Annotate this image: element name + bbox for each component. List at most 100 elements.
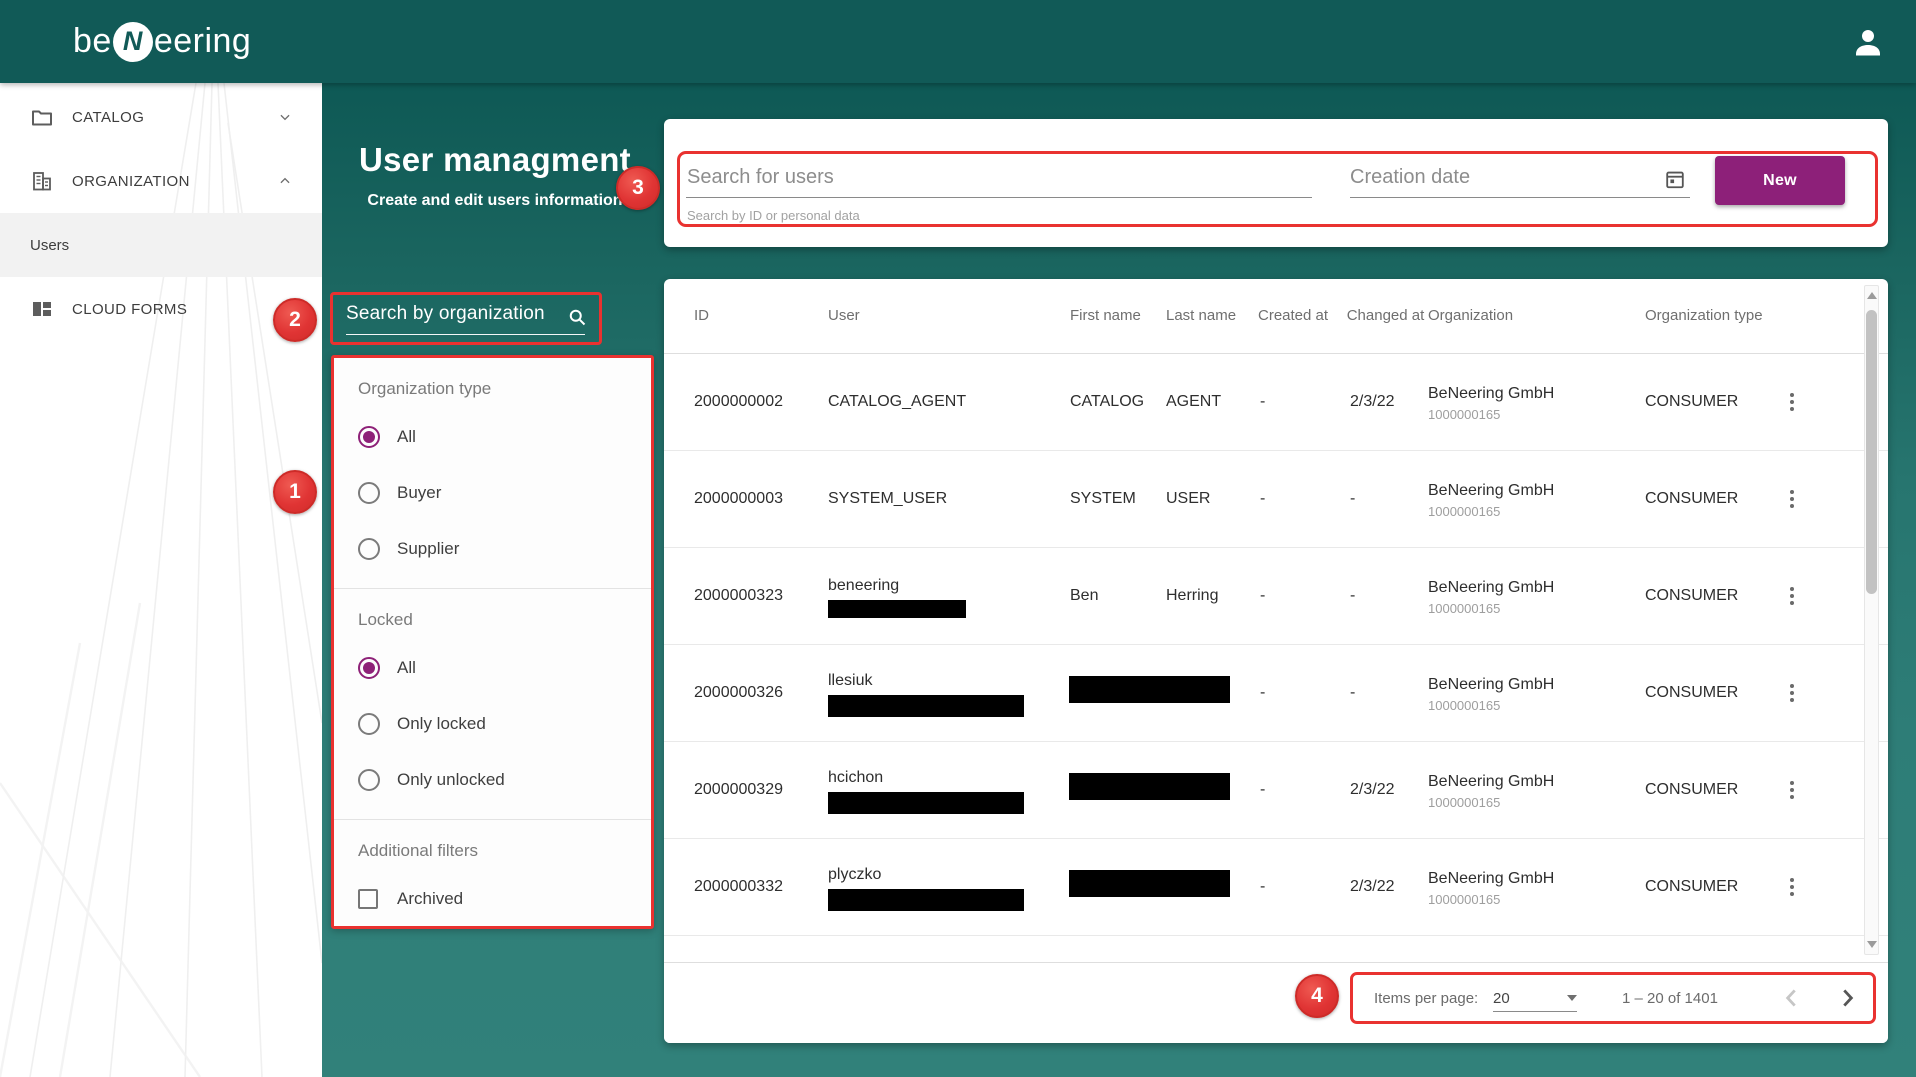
person-icon: [1850, 24, 1886, 60]
cell-created-at: -: [1258, 878, 1343, 896]
creation-date-underline: [1350, 197, 1690, 198]
radio-org-type-supplier[interactable]: Supplier: [334, 521, 651, 577]
table-row[interactable]: 2000000002 CATALOG_AGENT CATALOG AGENT -…: [664, 354, 1888, 451]
user-search-helper-text: Search by ID or personal data: [687, 208, 860, 223]
chevron-up-icon[interactable]: [278, 174, 292, 188]
creation-date-input[interactable]: Creation date: [1350, 166, 1470, 189]
cell-user: beneering: [828, 575, 1070, 618]
organization-id: 1000000165: [1428, 892, 1645, 907]
filter-section-additional: Additional filters Archived: [334, 819, 651, 938]
chevron-right-icon: [1834, 985, 1860, 1011]
radio-label: All: [397, 427, 416, 447]
calendar-icon[interactable]: [1664, 168, 1686, 190]
column-header-organization: Organization: [1428, 306, 1645, 326]
chevron-left-icon: [1779, 985, 1805, 1011]
sidebar-item-label: CATALOG: [72, 109, 144, 126]
sidebar-item-users[interactable]: Users: [0, 213, 322, 277]
account-button[interactable]: [1850, 24, 1886, 60]
annotation-circle-1: 1: [273, 470, 317, 514]
username: hcichon: [828, 767, 883, 789]
previous-page-button[interactable]: [1774, 980, 1810, 1016]
redaction-bar: [1069, 870, 1230, 897]
items-per-page-select[interactable]: 20: [1493, 985, 1577, 1012]
kebab-menu-icon[interactable]: [1780, 583, 1804, 609]
sidebar-item-label: CLOUD FORMS: [72, 301, 187, 318]
radio-only-unlocked[interactable]: Only unlocked: [334, 752, 651, 808]
sidebar-item-cloud-forms[interactable]: CLOUD FORMS: [0, 277, 322, 341]
radio-only-locked[interactable]: Only locked: [334, 696, 651, 752]
cell-organization: BeNeering GmbH 1000000165: [1428, 480, 1645, 519]
cell-organization: BeNeering GmbH 1000000165: [1428, 383, 1645, 422]
radio-org-type-all[interactable]: All: [334, 409, 651, 465]
kebab-menu-icon[interactable]: [1780, 874, 1804, 900]
cell-created-at: -: [1258, 587, 1343, 605]
scroll-down-arrow-icon[interactable]: [1867, 941, 1877, 948]
sidebar-item-organization[interactable]: ORGANIZATION: [0, 149, 322, 213]
organization-name: BeNeering GmbH: [1428, 674, 1645, 695]
cell-changed-at: 2/3/22: [1343, 393, 1428, 411]
username: plyczko: [828, 864, 881, 886]
column-header-first-name: First name: [1070, 306, 1166, 326]
redaction-bar: [1069, 773, 1230, 800]
sidebar-item-catalog[interactable]: CATALOG: [0, 85, 322, 149]
redaction-bar: [828, 695, 1024, 717]
radio-unselected-icon: [358, 769, 380, 791]
cell-created-at: -: [1258, 490, 1343, 508]
sidebar-item-label: ORGANIZATION: [72, 173, 190, 190]
filter-panel: Organization type All Buyer Supplier Loc…: [331, 355, 654, 929]
search-icon[interactable]: [567, 307, 587, 327]
cell-last-name: Herring: [1166, 587, 1258, 605]
radio-label: All: [397, 658, 416, 678]
organization-id: 1000000165: [1428, 504, 1645, 519]
column-header-id: ID: [694, 306, 828, 326]
scroll-up-arrow-icon[interactable]: [1867, 292, 1877, 299]
table-row[interactable]: 2000000323 beneering Ben Herring - - BeN…: [664, 548, 1888, 645]
kebab-menu-icon[interactable]: [1780, 486, 1804, 512]
username: llesiuk: [828, 670, 872, 692]
filter-section-label: Locked: [334, 600, 651, 640]
organization-search-field[interactable]: Search by organization: [330, 292, 602, 345]
checkbox-archived[interactable]: Archived: [334, 871, 651, 927]
cell-organization-type: CONSUMER: [1645, 781, 1780, 799]
top-bar: beNeering: [0, 0, 1916, 83]
cell-first-name: SYSTEM: [1070, 490, 1166, 508]
table-row[interactable]: 2000000003 SYSTEM_USER SYSTEM USER - - B…: [664, 451, 1888, 548]
table-scrollbar[interactable]: [1864, 285, 1879, 955]
annotation-circle-2: 2: [273, 298, 317, 342]
filter-section-locked: Locked All Only locked Only unlocked: [334, 588, 651, 819]
radio-selected-icon: [358, 657, 380, 679]
user-management-screen: beNeering: [0, 0, 1916, 1077]
chevron-down-icon[interactable]: [278, 110, 292, 124]
logo-n-letter: N: [123, 26, 143, 57]
radio-org-type-buyer[interactable]: Buyer: [334, 465, 651, 521]
dashboard-icon: [30, 297, 54, 321]
user-search-input[interactable]: Search for users: [687, 166, 834, 189]
sidebar: CATALOG ORGANIZATION: [0, 83, 322, 1077]
next-page-button[interactable]: [1829, 980, 1865, 1016]
organization-name: BeNeering GmbH: [1428, 577, 1645, 598]
new-user-button[interactable]: New: [1715, 156, 1845, 205]
cell-organization-type: CONSUMER: [1645, 684, 1780, 702]
users-table-card: ID User First name Last name Created at …: [664, 279, 1888, 1043]
table-row[interactable]: 2000000329 hcichon - 2/3/22 BeNeering Gm…: [664, 742, 1888, 839]
column-header-created-at: Created at: [1258, 306, 1343, 326]
scrollbar-thumb[interactable]: [1866, 310, 1877, 594]
cell-id: 2000000329: [694, 781, 828, 799]
kebab-menu-icon[interactable]: [1780, 777, 1804, 803]
radio-locked-all[interactable]: All: [334, 640, 651, 696]
cell-changed-at: -: [1343, 684, 1428, 702]
cell-user: CATALOG_AGENT: [828, 391, 1070, 413]
checkbox-unchecked-icon: [358, 889, 378, 909]
cell-id: 2000000326: [694, 684, 828, 702]
kebab-menu-icon[interactable]: [1780, 389, 1804, 415]
cell-last-name: USER: [1166, 490, 1258, 508]
table-row[interactable]: 2000000326 llesiuk - - BeNeering GmbH 10…: [664, 645, 1888, 742]
table-row[interactable]: 2000000332 plyczko - 2/3/22 BeNeering Gm…: [664, 839, 1888, 936]
sidebar-item-label: Users: [30, 237, 69, 254]
kebab-menu-icon[interactable]: [1780, 680, 1804, 706]
radio-selected-icon: [358, 426, 380, 448]
table-header-row: ID User First name Last name Created at …: [664, 279, 1888, 354]
cell-user: llesiuk: [828, 670, 1070, 717]
annotation-circle-3: 3: [616, 166, 660, 210]
organization-search-placeholder: Search by organization: [346, 301, 587, 327]
